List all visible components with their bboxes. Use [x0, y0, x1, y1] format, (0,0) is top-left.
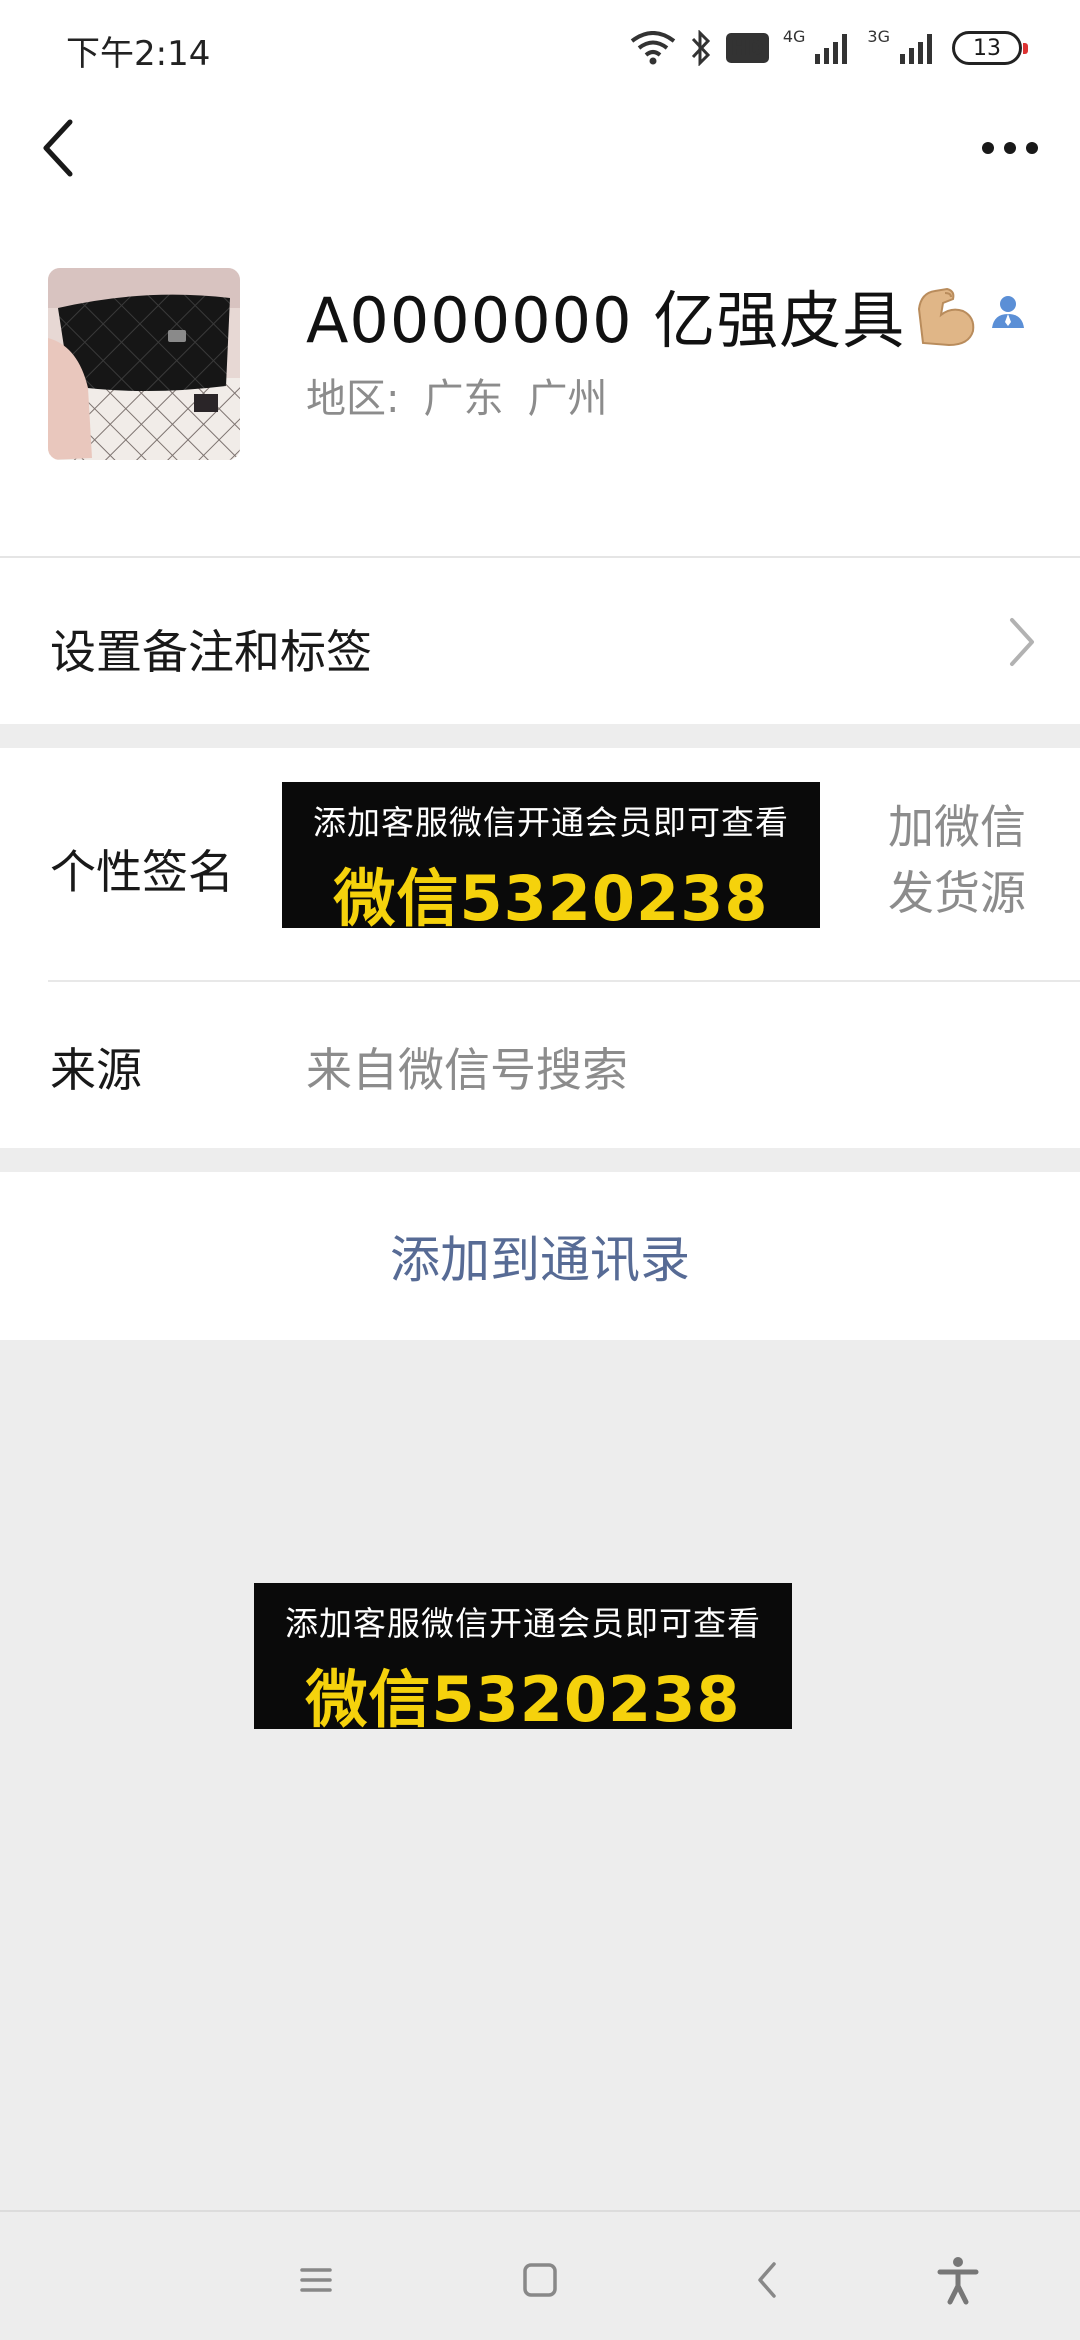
source-row: 来源 来自微信号搜索 [0, 982, 1080, 1148]
flexed-biceps-icon [909, 279, 981, 351]
status-icons: HD 4G 3G 13 [630, 26, 1028, 70]
region-province: 广东 [423, 376, 504, 422]
back-icon [758, 2262, 776, 2298]
nav-bar [0, 96, 1080, 206]
home-button[interactable] [510, 2250, 570, 2310]
add-to-contacts-label: 添加到通讯录 [390, 1231, 690, 1289]
region-city: 广州 [527, 376, 608, 422]
source-label: 来源 [50, 1043, 142, 1097]
contact-verify-icon [988, 292, 1028, 332]
system-navigation-bar [0, 2210, 1080, 2340]
network-label-3g: 3G [867, 26, 890, 46]
signal-icon [813, 32, 853, 64]
more-dots-icon [982, 142, 1038, 154]
accessibility-button[interactable] [928, 2250, 988, 2310]
battery-level: 13 [973, 35, 1001, 61]
watermark-line1: 添加客服微信开通会员即可查看 [285, 1604, 761, 1643]
home-square-icon [523, 2263, 557, 2297]
watermark-overlay: 添加客服微信开通会员即可查看 微信5320238 [282, 782, 820, 935]
profile-card: A0000000 亿强皮具 地区: 广东 广州 [0, 206, 1080, 556]
watermark-line2: 微信5320238 [333, 862, 769, 935]
status-time: 下午2:14 [66, 34, 211, 74]
battery-icon: 13 [952, 31, 1028, 65]
system-back-button[interactable] [738, 2250, 798, 2310]
chevron-left-icon [43, 119, 73, 177]
watermark-overlay: 添加客服微信开通会员即可查看 微信5320238 [254, 1583, 792, 1736]
bluetooth-icon [690, 30, 712, 66]
source-value: 来自微信号搜索 [306, 1043, 628, 1097]
accessibility-icon [937, 2257, 979, 2305]
more-button[interactable] [970, 124, 1050, 172]
back-button[interactable] [36, 116, 96, 180]
add-to-contacts-button[interactable]: 添加到通讯录 [0, 1172, 1080, 1340]
wifi-icon [630, 31, 676, 65]
avatar[interactable] [48, 268, 240, 460]
chevron-right-icon [1010, 618, 1034, 666]
signal-icon [898, 32, 938, 64]
hd-badge: HD [725, 33, 769, 63]
region-label: 地区: [306, 376, 400, 422]
profile-name-text: A0000000 亿强皮具 [306, 284, 906, 357]
menu-icon [300, 2268, 332, 2292]
network-label-4g: 4G [782, 26, 806, 46]
status-bar: 下午2:14 HD 4G 3G 13 [0, 0, 1080, 96]
profile-region: 地区: 广东 广州 [306, 366, 607, 424]
menu-button[interactable] [286, 2250, 346, 2310]
watermark-line1: 添加客服微信开通会员即可查看 [313, 803, 789, 842]
remark-row-label: 设置备注和标签 [50, 625, 372, 679]
watermark-line2: 微信5320238 [305, 1663, 741, 1736]
profile-name: A0000000 亿强皮具 [306, 270, 981, 360]
set-remark-and-tags-row[interactable]: 设置备注和标签 [0, 556, 1080, 724]
signature-label: 个性签名 [50, 845, 234, 899]
